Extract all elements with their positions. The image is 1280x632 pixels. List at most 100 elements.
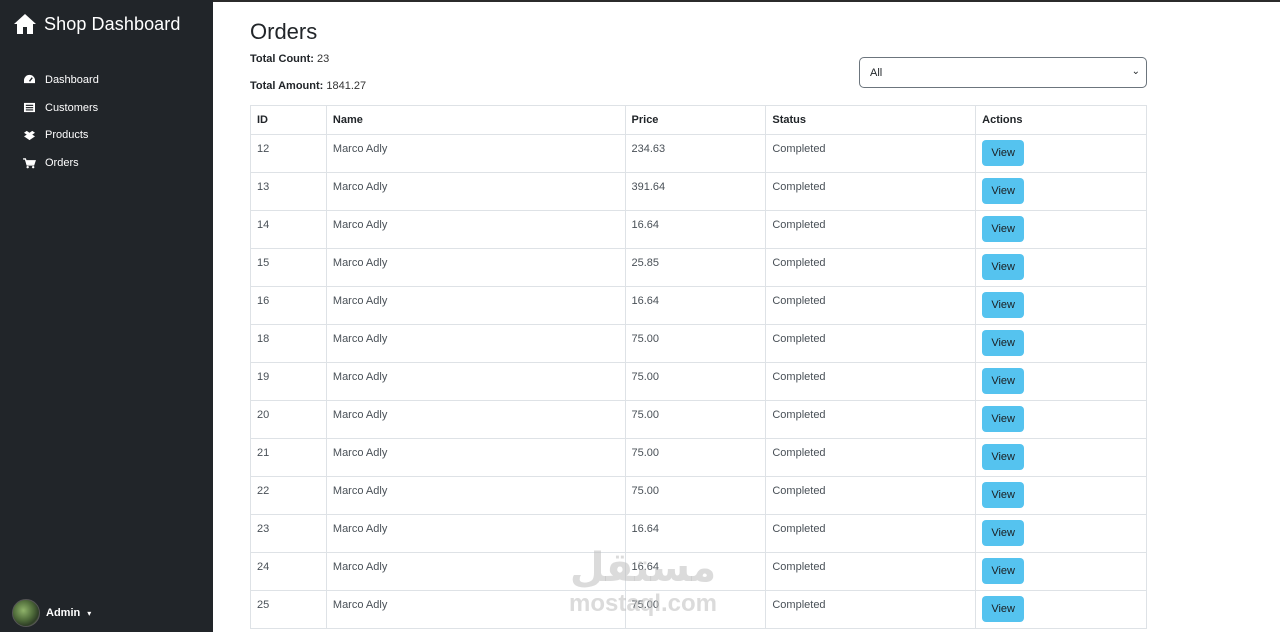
sidebar-item-dashboard[interactable]: Dashboard [22, 66, 99, 94]
cell-status: Completed [765, 324, 977, 363]
column-header-name: Name [325, 105, 626, 135]
sidebar-item-label: Orders [45, 157, 79, 170]
table-row: 13 Marco Adly 391.64 Completed View [250, 172, 1147, 211]
brand-link[interactable]: Shop Dashboard [13, 13, 181, 35]
cell-actions: View [975, 400, 1147, 439]
view-button[interactable]: View [982, 368, 1025, 394]
cell-id: 23 [250, 514, 327, 553]
cell-actions: View [975, 210, 1147, 249]
avatar [12, 599, 40, 627]
total-amount: Total Amount: 1841.27 [250, 80, 366, 92]
view-button[interactable]: View [982, 482, 1025, 508]
cell-name: Marco Adly [325, 476, 626, 515]
table-row: 14 Marco Adly 16.64 Completed View [250, 210, 1147, 249]
cell-price: 75.00 [624, 590, 767, 629]
cell-name: Marco Adly [325, 362, 626, 401]
cell-actions: View [975, 134, 1147, 173]
cell-id: 13 [250, 172, 327, 211]
table-row: 21 Marco Adly 75.00 Completed View [250, 438, 1147, 477]
cell-price: 391.64 [624, 172, 767, 211]
dashboard-icon [22, 74, 36, 86]
chevron-down-icon: ⌄ [1131, 66, 1140, 77]
cell-status: Completed [765, 248, 977, 287]
list-icon [22, 102, 36, 114]
cell-status: Completed [765, 590, 977, 629]
total-count: Total Count: 23 [250, 53, 329, 65]
cell-actions: View [975, 476, 1147, 515]
brand-title: Shop Dashboard [44, 13, 181, 34]
cell-name: Marco Adly [325, 248, 626, 287]
view-button[interactable]: View [982, 330, 1025, 356]
sidebar-item-orders[interactable]: Orders [22, 149, 99, 177]
table-row: 23 Marco Adly 16.64 Completed View [250, 514, 1147, 553]
home-icon [14, 14, 36, 34]
cell-name: Marco Adly [325, 438, 626, 477]
view-button[interactable]: View [982, 406, 1025, 432]
view-button[interactable]: View [982, 558, 1025, 584]
cell-name: Marco Adly [325, 134, 626, 173]
sidebar-item-label: Dashboard [45, 73, 99, 86]
table-row: 18 Marco Adly 75.00 Completed View [250, 324, 1147, 363]
view-button[interactable]: View [982, 254, 1025, 280]
view-button[interactable]: View [982, 292, 1025, 318]
sidebar-item-products[interactable]: Products [22, 122, 99, 150]
cell-id: 14 [250, 210, 327, 249]
cell-name: Marco Adly [325, 590, 626, 629]
user-name: Admin [46, 607, 81, 619]
cell-name: Marco Adly [325, 172, 626, 211]
view-button[interactable]: View [982, 216, 1025, 242]
cell-status: Completed [765, 514, 977, 553]
cell-actions: View [975, 286, 1147, 325]
cell-name: Marco Adly [325, 552, 626, 591]
cell-id: 15 [250, 248, 327, 287]
box-icon [22, 129, 36, 141]
cell-id: 16 [250, 286, 327, 325]
cell-id: 25 [250, 590, 327, 629]
caret-down-icon: ▾ [87, 608, 92, 618]
column-header-actions: Actions [975, 105, 1147, 135]
view-button[interactable]: View [982, 444, 1025, 470]
cell-id: 12 [250, 134, 327, 173]
view-button[interactable]: View [982, 520, 1025, 546]
cell-name: Marco Adly [325, 324, 626, 363]
cell-price: 75.00 [624, 476, 767, 515]
cell-name: Marco Adly [325, 286, 626, 325]
sidebar: Shop Dashboard Dashboard Customers Produ… [0, 0, 213, 632]
orders-table: ID Name Price Status Actions 12 Marco Adl… [250, 105, 1147, 629]
cell-price: 75.00 [624, 324, 767, 363]
cell-status: Completed [765, 210, 977, 249]
table-row: 24 Marco Adly 16.64 Completed View [250, 552, 1147, 591]
sidebar-nav: Dashboard Customers Products Orders [22, 66, 99, 177]
cell-actions: View [975, 172, 1147, 211]
cell-price: 75.00 [624, 400, 767, 439]
cell-actions: View [975, 590, 1147, 629]
cell-price: 75.00 [624, 438, 767, 477]
cell-status: Completed [765, 172, 977, 211]
cell-status: Completed [765, 362, 977, 401]
sidebar-item-customers[interactable]: Customers [22, 94, 99, 122]
cell-price: 16.64 [624, 514, 767, 553]
table-row: 15 Marco Adly 25.85 Completed View [250, 248, 1147, 287]
cell-id: 18 [250, 324, 327, 363]
column-header-price: Price [624, 105, 767, 135]
view-button[interactable]: View [982, 178, 1025, 204]
cell-status: Completed [765, 286, 977, 325]
total-count-label: Total Count: [250, 53, 314, 65]
cell-status: Completed [765, 438, 977, 477]
cell-price: 16.64 [624, 210, 767, 249]
cell-actions: View [975, 514, 1147, 553]
user-menu[interactable]: Admin ▾ [12, 599, 91, 627]
table-row: 22 Marco Adly 75.00 Completed View [250, 476, 1147, 515]
cell-name: Marco Adly [325, 514, 626, 553]
cell-actions: View [975, 362, 1147, 401]
cell-price: 75.00 [624, 362, 767, 401]
total-amount-value: 1841.27 [326, 80, 367, 92]
status-filter-select[interactable]: All ⌄ [859, 57, 1147, 88]
page-title: Orders [250, 19, 318, 44]
view-button[interactable]: View [982, 596, 1025, 622]
column-header-id: ID [250, 105, 327, 135]
cell-price: 234.63 [624, 134, 767, 173]
cell-actions: View [975, 324, 1147, 363]
view-button[interactable]: View [982, 140, 1025, 166]
column-header-status: Status [765, 105, 977, 135]
